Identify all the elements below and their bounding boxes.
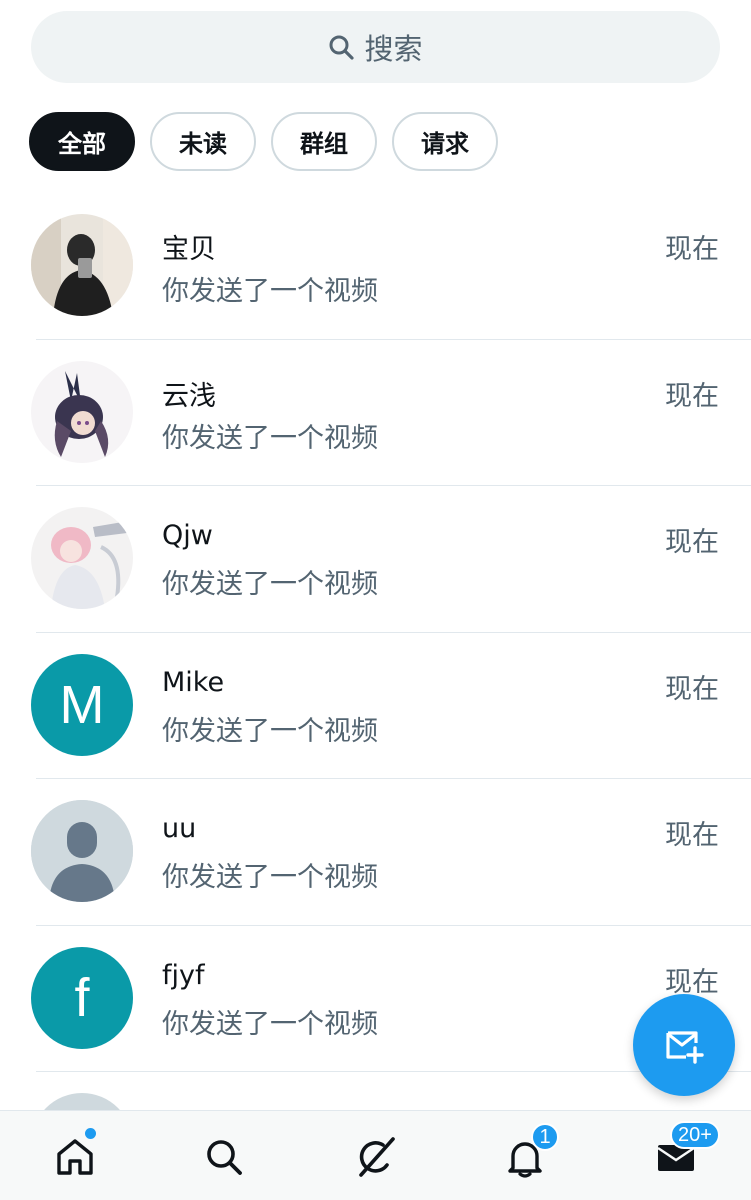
new-message-icon [666,1031,704,1064]
search-icon [328,34,355,60]
avatar[interactable] [31,360,133,463]
conversation-list: 宝贝 你发送了一个视频 现在 云浅 你发送了一个视频 现在 Qjw 你发送了一个… [0,193,751,1132]
conversation-time: 现在 [665,527,719,558]
conversation-preview: 你发送了一个视频 [162,422,378,454]
conversation-preview: 你发送了一个视频 [162,276,378,307]
notification-dot [85,1128,96,1139]
home-icon [57,1139,93,1175]
search-placeholder: 搜索 [364,32,423,66]
avatar-letter: M [59,674,105,735]
conversation-time: 现在 [665,820,719,851]
conversation-time: 现在 [665,966,719,998]
filter-groups[interactable]: 群组 [271,112,377,171]
conversation-time: 现在 [665,234,719,265]
conversation-name: fjyf [162,959,205,991]
nav-messages[interactable]: 20+ [648,1121,720,1185]
conversation-row[interactable]: uu 你发送了一个视频 现在 [0,779,751,926]
conversation-name: 云浅 [162,380,216,412]
notification-badge: 1 [531,1123,559,1151]
conversation-row[interactable]: 宝贝 你发送了一个视频 现在 [0,193,751,340]
conversation-name: Mike [162,666,225,698]
avatar[interactable] [31,507,133,609]
conversation-preview: 你发送了一个视频 [162,715,378,747]
nav-notifications[interactable]: 1 [497,1123,559,1185]
conversation-name: 宝贝 [162,234,216,265]
avatar[interactable]: M [31,653,133,756]
avatar[interactable] [31,800,133,902]
conversation-preview: 你发送了一个视频 [162,862,378,893]
messages-badge: 20+ [670,1121,720,1149]
bottom-nav: 1 20+ [0,1110,751,1200]
nav-home[interactable] [47,1128,103,1185]
avatar-letter: f [74,967,90,1028]
conversation-name: Qjw [162,520,213,551]
new-message-button[interactable] [633,994,735,1096]
nav-grok[interactable] [347,1129,403,1185]
conversation-row[interactable]: M Mike 你发送了一个视频 现在 [0,633,751,779]
default-person-icon [31,800,133,902]
filter-tabs: 全部 未读 群组 请求 [29,112,498,171]
grok-icon [359,1137,395,1177]
conversation-row[interactable]: 云浅 你发送了一个视频 现在 [0,340,751,486]
filter-all[interactable]: 全部 [29,112,135,171]
conversation-preview: 你发送了一个视频 [162,569,378,600]
avatar[interactable]: f [31,946,133,1049]
conversation-time: 现在 [665,380,719,412]
avatar[interactable] [31,214,133,316]
search-icon [207,1140,242,1175]
conversation-row[interactable]: Qjw 你发送了一个视频 现在 [0,486,751,633]
conversation-name: uu [162,813,197,844]
conversation-preview: 你发送了一个视频 [162,1008,378,1040]
search-bar[interactable]: 搜索 [31,11,720,83]
filter-unread[interactable]: 未读 [150,112,256,171]
conversation-time: 现在 [665,673,719,705]
filter-requests[interactable]: 请求 [392,112,498,171]
nav-search[interactable] [196,1129,252,1185]
